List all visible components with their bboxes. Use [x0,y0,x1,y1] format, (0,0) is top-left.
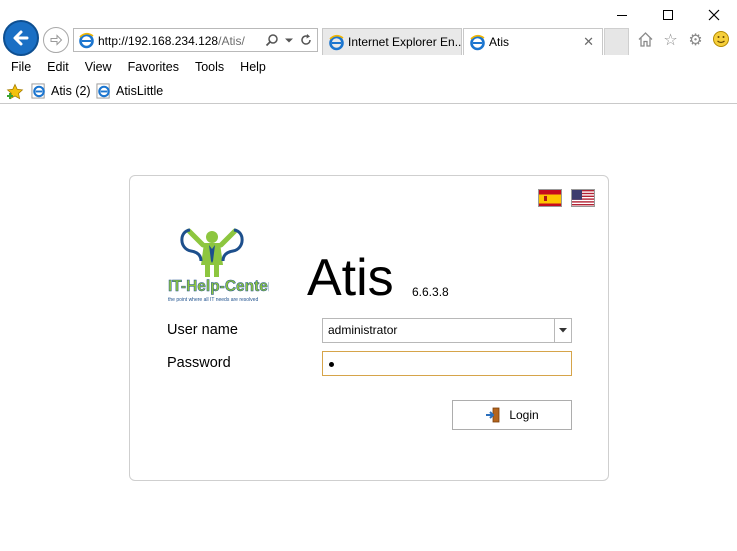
flag-usa-icon[interactable] [571,189,595,207]
smiley-feedback-icon[interactable] [711,30,730,49]
username-combobox[interactable]: administrator [322,318,572,343]
logo-tagline: the point where all IT needs are resolve… [168,297,258,303]
maximize-icon [663,10,673,20]
address-url[interactable]: http://192.168.234.128/Atis/ [98,34,245,48]
dropdown-arrow-icon[interactable] [285,33,293,47]
back-arrow-icon [13,30,29,46]
username-value: administrator [328,323,398,337]
minimize-button[interactable] [599,0,645,30]
forward-arrow-icon [50,34,63,46]
search-icon[interactable] [265,33,279,47]
login-panel: IT-Help-Center the point where all IT ne… [129,175,609,481]
password-label: Password [167,355,231,371]
favorite-link-atislittle[interactable]: AtisLittle [96,83,163,99]
logo-wordmark: IT-Help-Center [168,278,269,295]
favorite-label: AtisLittle [116,84,164,98]
favorite-label: Atis (2) [51,84,91,98]
flag-spain-icon[interactable] [538,189,562,207]
password-mask-dot [329,362,334,367]
home-icon[interactable] [636,30,655,49]
app-title: Atis [307,249,394,307]
app-version: 6.6.3.8 [412,285,449,299]
menu-view[interactable]: View [85,60,112,74]
menu-file[interactable]: File [11,60,31,74]
gear-icon[interactable]: ⚙ [686,30,705,49]
menu-edit[interactable]: Edit [47,60,69,74]
tab-label: Atis [489,35,510,49]
chevron-down-icon [559,328,567,333]
ie-page-icon [96,83,110,99]
favorites-star-icon[interactable]: ☆ [661,30,680,49]
ie-page-icon [31,83,45,99]
favorites-add-icon[interactable] [6,83,24,104]
ie-tab-icon [470,34,485,51]
menu-tools[interactable]: Tools [195,60,224,74]
tab-close-icon[interactable]: ✕ [583,34,594,50]
login-button[interactable]: Login [452,400,572,430]
it-help-center-logo: IT-Help-Center the point where all IT ne… [165,225,274,307]
close-window-button[interactable] [691,0,737,30]
forward-button[interactable] [43,27,69,53]
password-input[interactable] [322,351,572,376]
menu-bar: File Edit View Favorites Tools Help [0,56,737,78]
address-tools [265,32,313,48]
maximize-button[interactable] [645,0,691,30]
menu-favorites[interactable]: Favorites [128,60,179,74]
login-button-label: Login [509,408,539,422]
login-door-icon [486,407,500,423]
browser-toolbar-icons: ☆ ⚙ [636,28,730,50]
username-dropdown-button[interactable] [554,319,571,342]
tab-atis[interactable]: Atis ✕ [463,28,603,55]
ie-page-icon [79,32,94,49]
ie-tab-icon [329,34,344,51]
address-bar[interactable]: http://192.168.234.128/Atis/ [73,28,318,52]
favorites-bar: Atis (2) AtisLittle [0,80,737,104]
username-label: User name [167,322,238,338]
address-path: /Atis/ [218,34,245,48]
tab-internet-explorer[interactable]: Internet Explorer En... [322,28,462,55]
tab-label: Internet Explorer En... [348,35,462,49]
address-host: http://192.168.234.128 [98,34,219,48]
refresh-icon[interactable] [299,33,313,47]
menu-help[interactable]: Help [240,60,266,74]
favorite-link-atis[interactable]: Atis (2) [31,83,91,99]
window-titlebar [0,0,737,24]
close-icon [708,9,720,21]
back-button[interactable] [3,20,39,56]
new-tab-button[interactable] [604,28,629,55]
minimize-icon [617,14,627,16]
